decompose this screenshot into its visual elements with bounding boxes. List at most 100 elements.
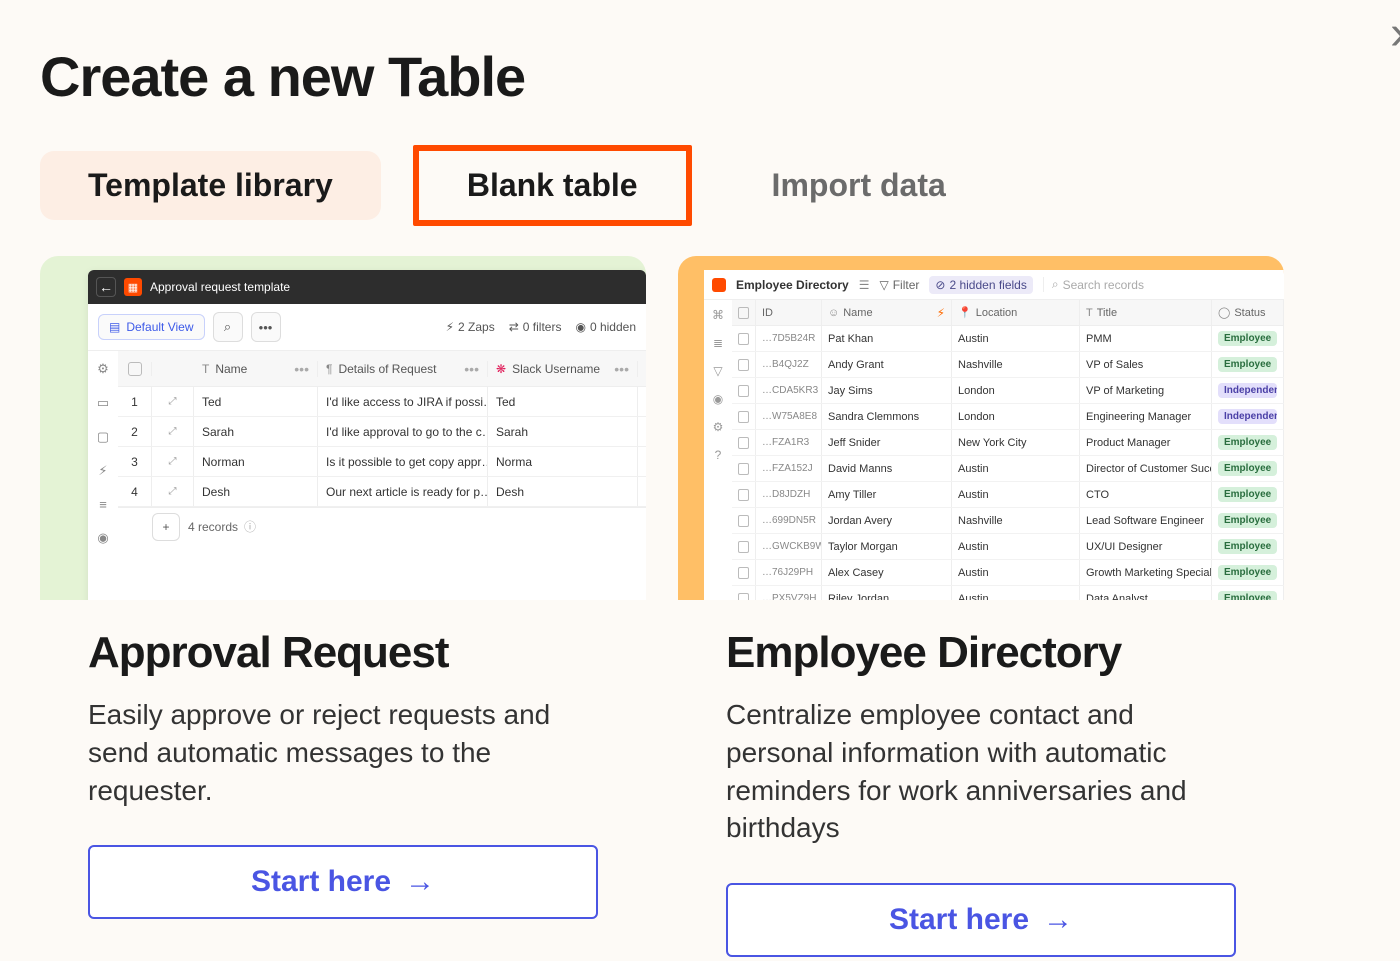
cell-slack: Norma [488, 447, 638, 476]
cell-title: VP of Marketing [1080, 378, 1212, 403]
more-icon: ••• [251, 312, 281, 342]
template-card-directory[interactable]: Employee Directory ☰ ▽Filter ⊘2 hidden f… [678, 256, 1284, 957]
cell-title: Lead Software Engineer [1080, 508, 1212, 533]
grid-icon: ▤ [109, 320, 120, 334]
cell-name: Pat Khan [822, 326, 952, 351]
cell-id: …PX5VZ9H [756, 586, 822, 600]
cell-id: …76J29PH [756, 560, 822, 585]
cell-title: Data Analyst [1080, 586, 1212, 600]
cell-slack: Desh [488, 477, 638, 506]
start-label: Start here [251, 865, 391, 899]
cell-title: CTO [1080, 482, 1212, 507]
bolt-icon: ⚡︎ [937, 306, 945, 320]
gear-icon: ⚙ [97, 361, 109, 377]
cell-location: Nashville [952, 352, 1080, 377]
table-row: 1⤢TedI'd like access to JIRA if possi…Te… [118, 387, 646, 417]
cell-location: London [952, 378, 1080, 403]
approval-toolbar: ▤ Default View ⌕ ••• ⚡︎2 Zaps ⇄0 filters… [88, 304, 646, 351]
cell-location: Austin [952, 560, 1080, 585]
cell-name: Sarah [194, 417, 318, 446]
eye-icon: ◉ [575, 320, 585, 334]
eye-off-icon: ⊘ [935, 278, 945, 292]
checkbox-icon [738, 359, 749, 371]
eye-icon: ◉ [713, 392, 723, 406]
cell-status: Employee [1212, 326, 1284, 351]
pin-icon: 📍 [958, 306, 972, 319]
text-type-icon: T [1086, 307, 1093, 319]
directory-preview: Employee Directory ☰ ▽Filter ⊘2 hidden f… [678, 256, 1284, 600]
expand-icon: ⤢ [169, 397, 177, 407]
text-type-icon: T [202, 362, 209, 376]
row-number: 1 [118, 387, 152, 416]
checkbox-icon [738, 307, 749, 319]
col-status: Status [1234, 307, 1265, 319]
layout-icon: ▢ [97, 429, 109, 445]
cell-title: Growth Marketing Specialist [1080, 560, 1212, 585]
expand-icon: ⤢ [169, 457, 177, 467]
cell-location: Austin [952, 456, 1080, 481]
eye-icon: ◉ [97, 530, 108, 546]
col-location: Location [976, 307, 1018, 319]
expand-icon: ⤢ [169, 487, 177, 497]
cell-name: Desh [194, 477, 318, 506]
arrow-right-icon: → [405, 865, 435, 899]
dedupe-icon: ≣ [713, 336, 723, 350]
table-row: …D8JDZHAmy TillerAustinCTOEmployee [732, 482, 1284, 508]
paragraph-type-icon: ¶ [326, 362, 332, 376]
tab-template-library[interactable]: Template library [40, 151, 381, 220]
directory-table-head: ID ☺Name⚡︎ 📍Location TTitle ◯Status [732, 300, 1284, 326]
gear-icon: ⚙ [713, 420, 724, 434]
cell-status: Employee [1212, 508, 1284, 533]
close-icon[interactable]: › [1390, 6, 1400, 61]
hidden-fields-pill: ⊘2 hidden fields [929, 276, 1032, 294]
cell-title: Product Manager [1080, 430, 1212, 455]
cell-location: Nashville [952, 508, 1080, 533]
table-row: 3⤢NormanIs it possible to get copy appr…… [118, 447, 646, 477]
approval-table-head: TName••• ¶Details of Request••• ❋Slack U… [118, 351, 646, 387]
col-details: Details of Request [338, 362, 436, 376]
search-icon: ⌕ [213, 312, 243, 342]
cell-id: …D8JDZH [756, 482, 822, 507]
cell-title: Director of Customer Success [1080, 456, 1212, 481]
cell-slack: Ted [488, 387, 638, 416]
template-card-approval[interactable]: ← ▦ Approval request template ▤ Default … [40, 256, 646, 957]
cell-status: Employee [1212, 586, 1284, 600]
cell-name: Amy Tiller [822, 482, 952, 507]
table-row: …W75A8E8Sandra ClemmonsLondonEngineering… [732, 404, 1284, 430]
table-row: …FZA152JDavid MannsAustinDirector of Cus… [732, 456, 1284, 482]
row-number: 2 [118, 417, 152, 446]
cell-id: …GWCKB9W [756, 534, 822, 559]
approval-title: Approval Request [88, 628, 598, 678]
cell-details: I'd like access to JIRA if possi… [318, 387, 488, 416]
cell-name: Alex Casey [822, 560, 952, 585]
cell-title: UX/UI Designer [1080, 534, 1212, 559]
cell-id: …7D5B24R [756, 326, 822, 351]
back-arrow-icon: ← [96, 277, 116, 297]
table-row: …CDA5KR3Jay SimsLondonVP of MarketingInd… [732, 378, 1284, 404]
cell-location: New York City [952, 430, 1080, 455]
approval-start-button[interactable]: Start here → [88, 845, 598, 919]
bolt-icon: ⚡︎ [98, 463, 107, 479]
col-slack: Slack Username [512, 362, 600, 376]
checkbox-icon [738, 567, 749, 579]
settings-icon: ☰ [859, 278, 870, 292]
tab-import-data[interactable]: Import data [724, 151, 994, 220]
approval-app-title: Approval request template [150, 280, 290, 294]
col-menu-icon: ••• [464, 361, 479, 377]
checkbox-icon [128, 362, 142, 376]
cell-name: Riley Jordan [822, 586, 952, 600]
tab-blank-table[interactable]: Blank table [413, 145, 692, 226]
directory-app-title: Employee Directory [736, 278, 849, 292]
directory-start-button[interactable]: Start here → [726, 883, 1236, 957]
cell-name: David Manns [822, 456, 952, 481]
funnel-icon: ▽ [713, 364, 722, 378]
col-menu-icon: ••• [294, 361, 309, 377]
table-logo-icon [712, 278, 726, 292]
cell-id: …FZA1R3 [756, 430, 822, 455]
start-label: Start here [889, 903, 1029, 937]
status-icon: ◯ [1218, 306, 1230, 319]
col-name: Name [215, 362, 247, 376]
cell-status: Employee [1212, 560, 1284, 585]
table-row: …699DN5RJordan AveryNashvilleLead Softwa… [732, 508, 1284, 534]
filters-count: ⇄0 filters [509, 320, 562, 334]
